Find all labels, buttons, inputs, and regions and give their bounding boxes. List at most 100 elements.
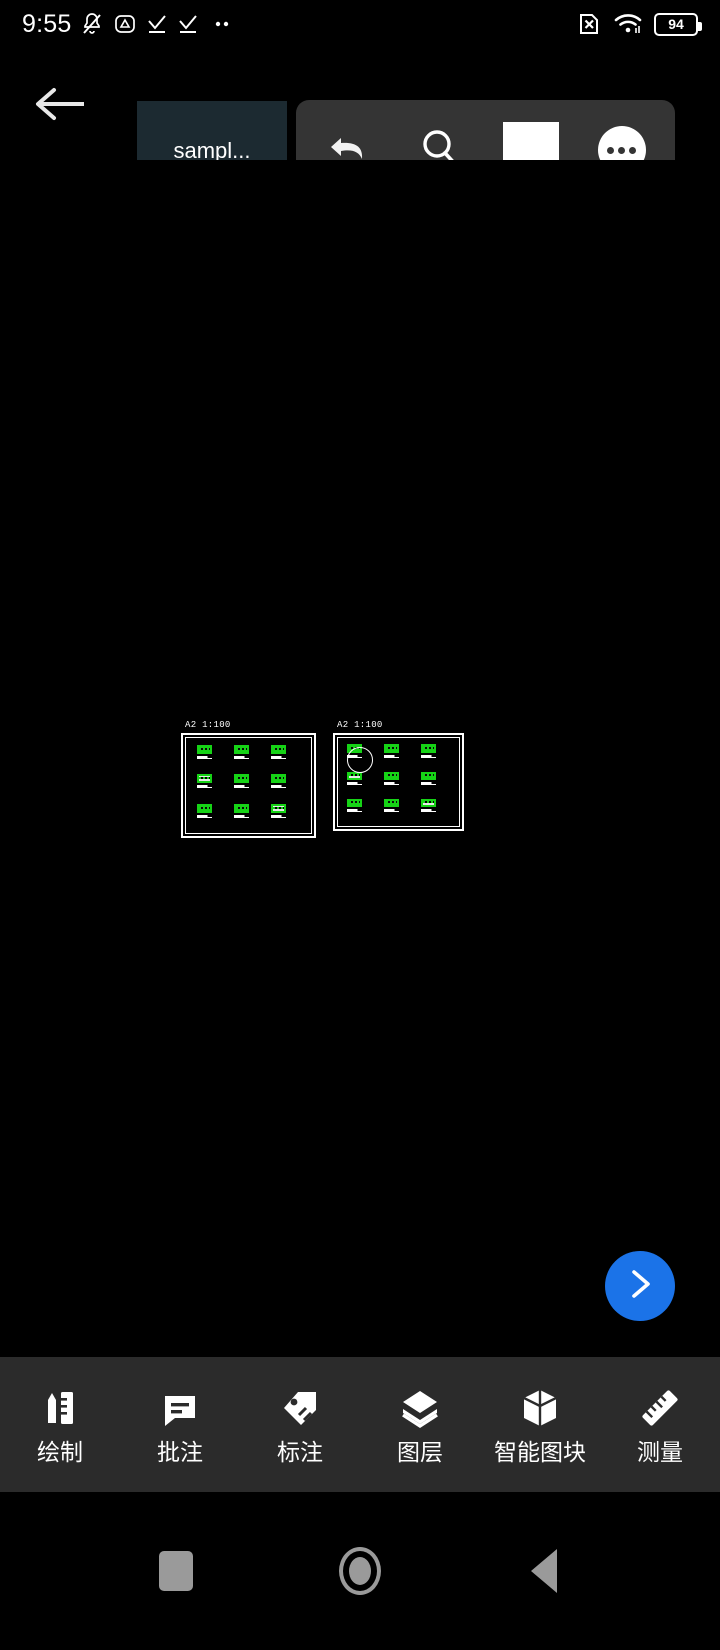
nav-item-layers[interactable]: 图层 [360,1357,480,1492]
cad-block [347,771,363,786]
check-underline-icon-2 [177,12,199,36]
bottom-nav: 绘制 批注 标注 图层 智能图块 测量 [0,1357,720,1492]
bell-mute-icon [80,12,104,36]
cad-block-glyph [271,774,287,784]
cad-block-caption [384,782,400,786]
cad-block-glyph [271,744,287,754]
cad-block [197,774,213,789]
cad-block-caption [347,809,363,813]
circle-icon [339,1547,381,1595]
status-bar-right: 94 [576,11,702,37]
cad-block [234,744,250,760]
battery-icon: 94 [654,12,702,36]
cad-block-caption [421,782,437,786]
cube-icon [519,1385,561,1431]
cad-block-glyph [197,744,213,754]
next-page-fab[interactable] [605,1251,675,1321]
recents-button[interactable] [148,1543,204,1599]
more-dots-icon [212,19,234,29]
sim-x-icon [576,11,602,37]
layers-icon [399,1385,441,1431]
nav-item-dimension[interactable]: 标注 [240,1357,360,1492]
nav-label-draw: 绘制 [37,1439,83,1465]
cad-block [384,744,400,758]
cad-block-glyph [384,771,400,781]
cad-sheet-right[interactable]: A2 1:100 [333,720,464,831]
cad-block-caption [271,785,287,789]
cad-block-caption [347,782,363,786]
cad-block [234,803,250,819]
battery-level: 94 [668,16,684,32]
nav-label-layers: 图层 [397,1439,443,1465]
cad-block-caption [271,755,287,759]
android-nav-bar [0,1492,720,1650]
back-arrow-icon[interactable] [22,68,100,140]
cad-block [421,744,437,758]
back-button[interactable] [516,1543,572,1599]
cad-block [271,744,287,760]
triangle-alert-icon [113,12,137,36]
nav-label-measure: 测量 [637,1439,683,1465]
pencil-ruler-icon [39,1385,81,1431]
cad-sheet-right-label: A2 1:100 [337,720,383,730]
cad-sheet-left-label: A2 1:100 [185,720,231,730]
cad-block [234,774,250,789]
app-screen: 9:55 94 sampl... A2 1:100 A2 1:100 绘制 批注… [0,0,720,1650]
top-toolbar: sampl... [0,48,720,201]
cad-block-caption [234,815,250,819]
cad-block-caption [271,815,287,819]
cad-block-glyph [384,798,400,808]
cad-block [384,771,400,786]
cad-block [347,798,363,813]
check-underline-icon [146,12,168,36]
cad-block-glyph [421,744,437,753]
cad-block [197,803,213,819]
cad-block-caption [197,785,213,789]
cad-canvas[interactable]: A2 1:100 A2 1:100 [0,160,720,1355]
cad-block [421,798,437,813]
cad-block-glyph [271,803,287,814]
chevron-right-icon [623,1267,657,1306]
nav-label-smart-block: 智能图块 [494,1439,586,1465]
tag-icon [279,1385,321,1431]
cad-block-caption [421,754,437,758]
cad-block-caption [197,755,213,759]
nav-label-comment: 批注 [157,1439,203,1465]
ruler-icon [639,1385,681,1431]
square-icon [159,1551,193,1591]
cad-block [421,771,437,786]
cad-block-circle [347,747,373,773]
cad-block-glyph [234,744,250,754]
nav-label-dimension: 标注 [277,1439,323,1465]
cad-block-caption [197,815,213,819]
cad-block-caption [384,809,400,813]
cad-sheet-left[interactable]: A2 1:100 [181,720,316,838]
cad-block-glyph [347,798,363,808]
cad-block [271,774,287,789]
status-clock: 9:55 [22,9,72,38]
nav-item-draw[interactable]: 绘制 [0,1357,120,1492]
cad-block-glyph [234,803,250,814]
cad-block-caption [234,755,250,759]
cad-block [197,744,213,760]
cad-block [384,798,400,813]
cad-block-caption [234,785,250,789]
status-bar: 9:55 94 [0,0,720,48]
cad-block-caption [421,809,437,813]
cad-block-glyph [197,803,213,814]
home-button[interactable] [332,1543,388,1599]
status-bar-left: 9:55 [22,9,234,38]
wifi-icon [614,12,642,36]
cad-block [271,803,287,819]
cad-block-glyph [384,744,400,753]
comment-icon [159,1385,201,1431]
triangle-left-icon [531,1549,557,1593]
cad-block-glyph [234,774,250,784]
cad-block-caption [384,754,400,758]
cad-block-glyph [421,798,437,808]
nav-item-measure[interactable]: 测量 [600,1357,720,1492]
cad-block-glyph [197,774,213,784]
cad-block-glyph [421,771,437,781]
nav-item-comment[interactable]: 批注 [120,1357,240,1492]
nav-item-smart-block[interactable]: 智能图块 [480,1357,600,1492]
